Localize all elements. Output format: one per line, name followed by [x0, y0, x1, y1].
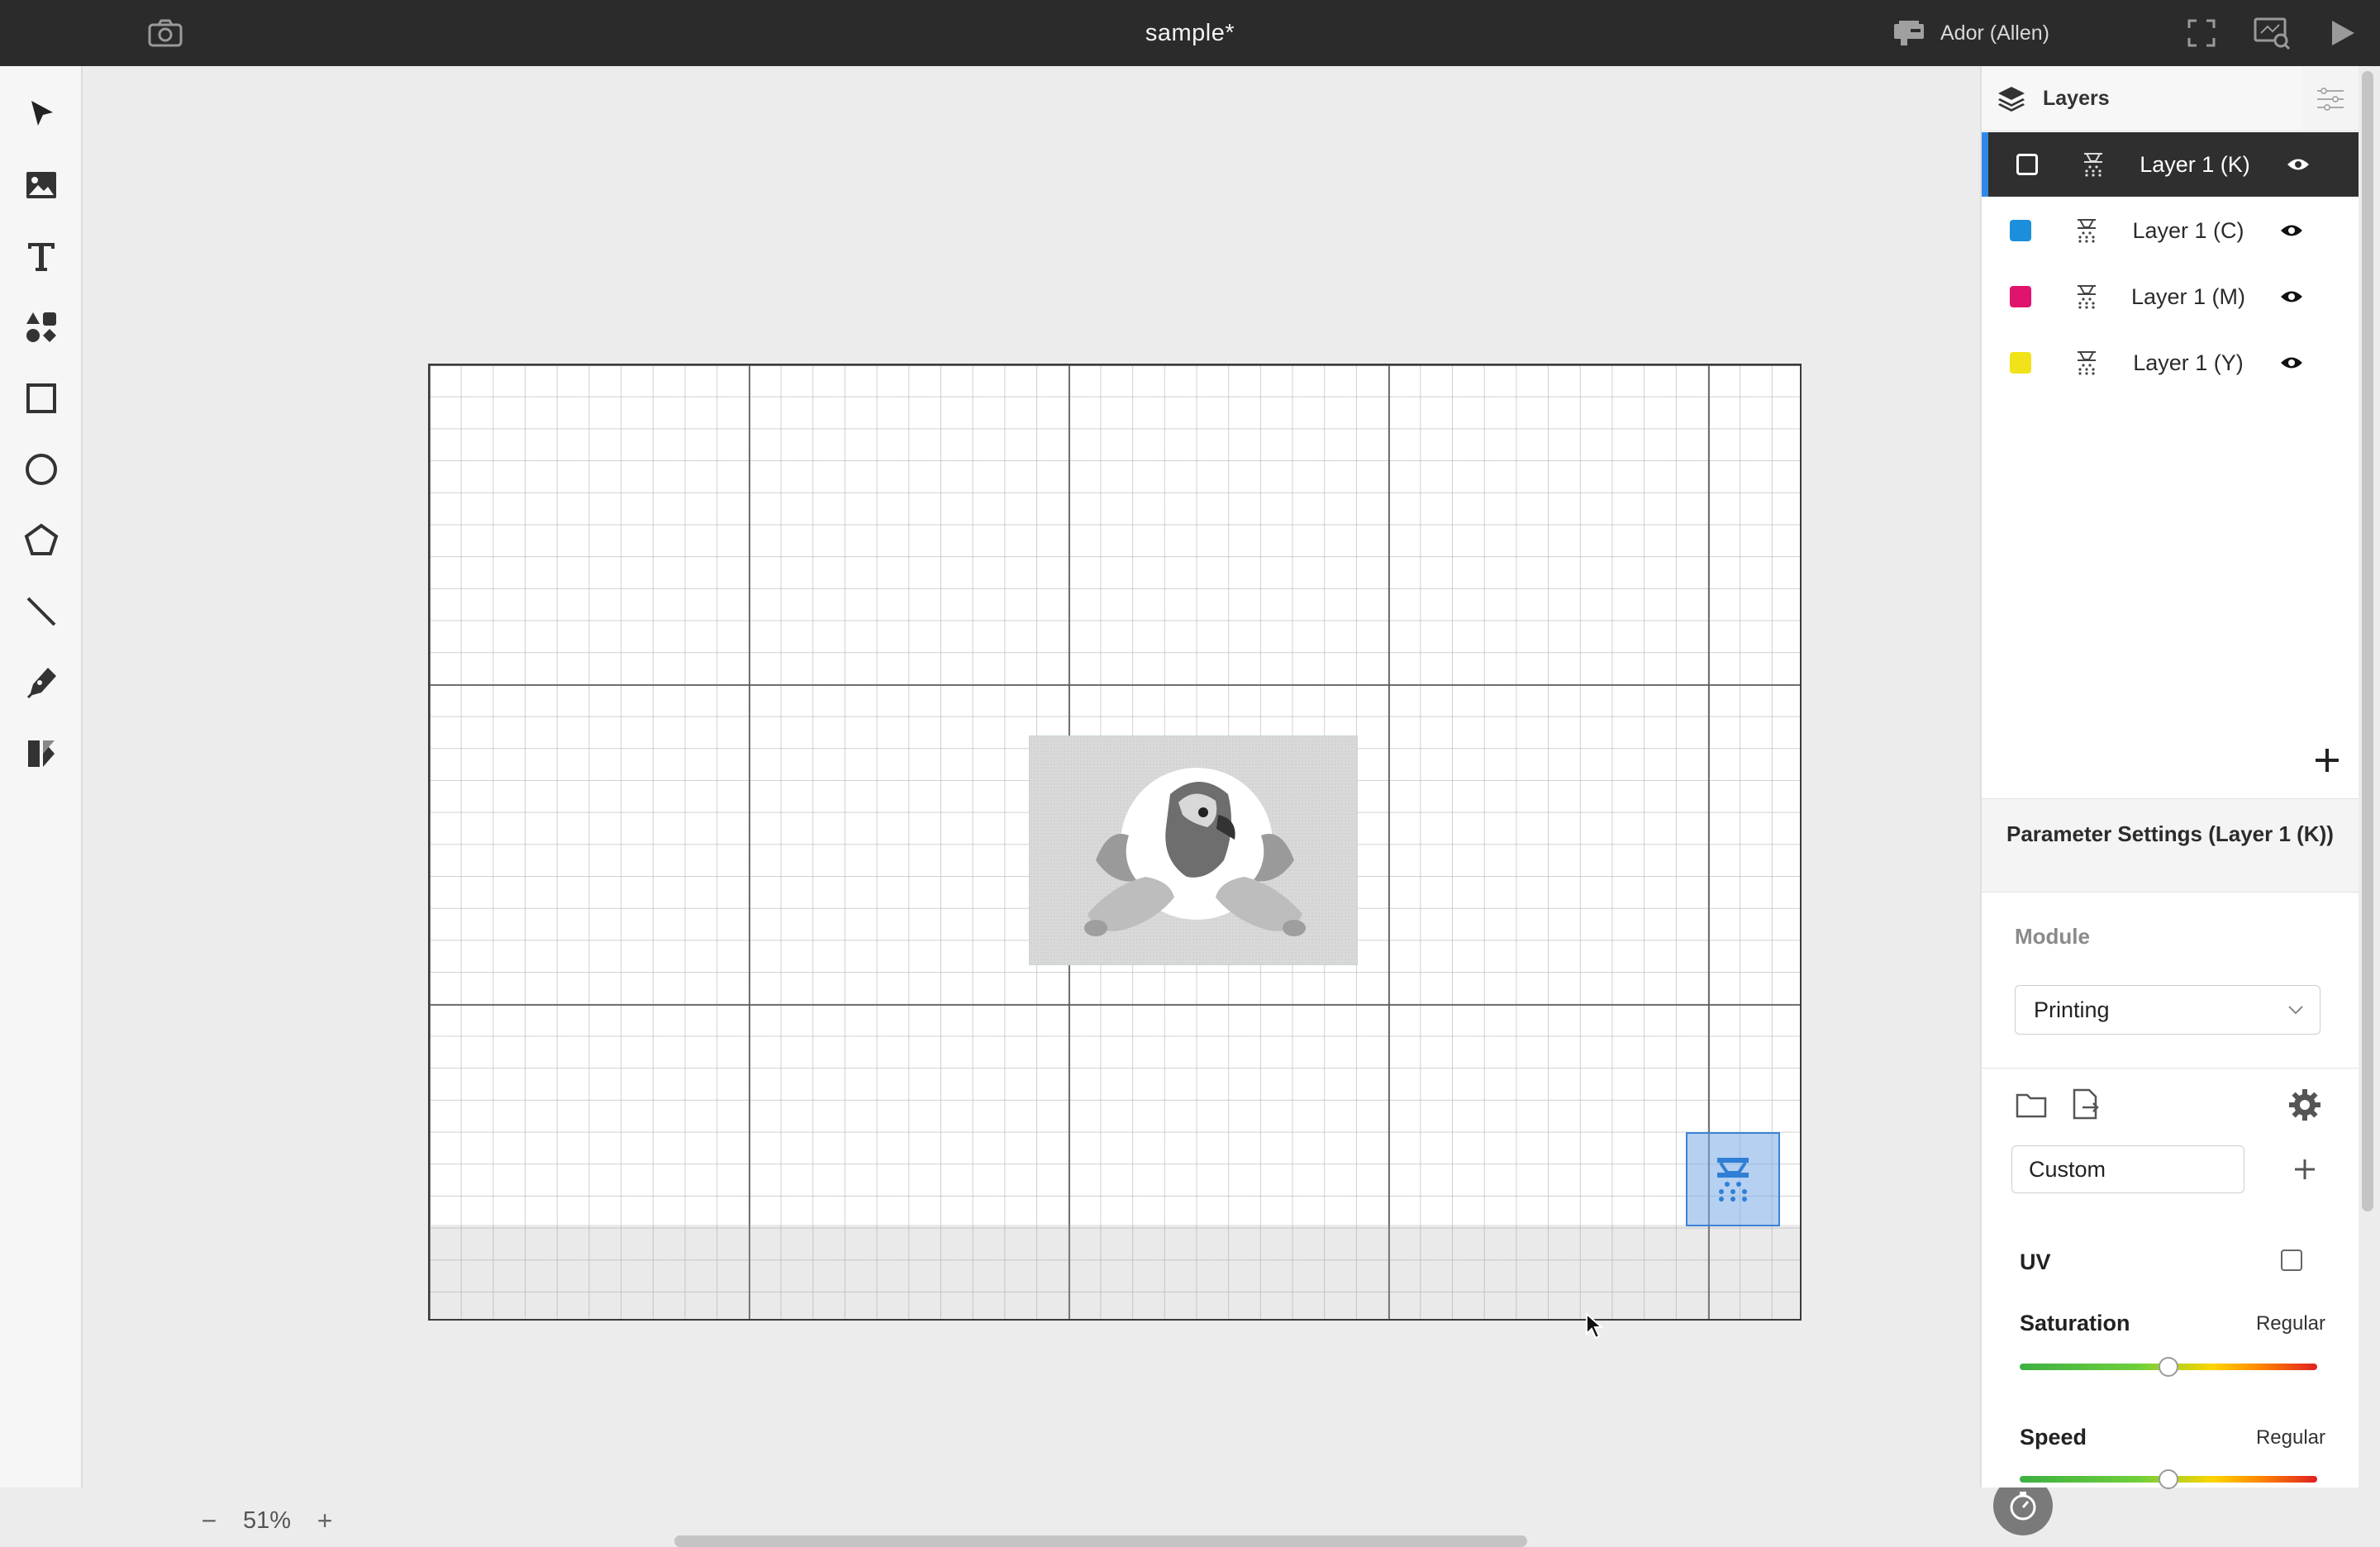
print-layer-icon [2078, 285, 2096, 309]
layer-name[interactable]: Layer 1 (C) [2106, 218, 2271, 244]
machine-selector[interactable]: Ador (Allen) [1892, 17, 2049, 50]
parameter-settings-title: Parameter Settings (Layer 1 (K)) [2006, 821, 2334, 846]
fullscreen-icon[interactable] [2187, 18, 2216, 48]
layer-color-swatch[interactable] [2010, 220, 2031, 241]
add-layer-icon[interactable] [2311, 744, 2344, 777]
mouse-cursor [1586, 1312, 1604, 1340]
module-label: Module [2015, 924, 2090, 949]
speed-slider-thumb[interactable] [2159, 1469, 2178, 1489]
layer-row[interactable]: Layer 1 (M) [1982, 264, 2359, 329]
print-layer-icon [2078, 219, 2096, 243]
eye-icon[interactable] [2279, 288, 2304, 306]
tab-layers[interactable]: Layers [1982, 66, 2302, 131]
layer-color-swatch[interactable] [2016, 154, 2038, 175]
timer-icon [2010, 1492, 2036, 1521]
chevron-down-icon [2288, 1006, 2303, 1015]
parrot-image[interactable] [1029, 735, 1358, 965]
machine-label: Ador (Allen) [1940, 21, 2049, 45]
gear-icon[interactable] [2287, 1088, 2322, 1122]
left-toolbar [0, 66, 83, 1488]
uv-checkbox[interactable] [2281, 1250, 2302, 1271]
layers-tab-label: Layers [2043, 86, 2110, 110]
rectangle-icon [26, 383, 56, 413]
rectangle-tool[interactable] [18, 375, 64, 421]
image-icon [26, 172, 56, 198]
zoom-control: − 51% + [198, 1504, 336, 1537]
module-select[interactable]: Printing [2015, 985, 2320, 1035]
text-tool[interactable] [18, 233, 64, 279]
work-area-grid[interactable] [428, 364, 1802, 1321]
ellipse-tool[interactable] [18, 446, 64, 493]
line-tool[interactable] [18, 588, 64, 635]
zoom-out-button[interactable]: − [198, 1506, 220, 1536]
zoom-level: 51% [243, 1507, 292, 1534]
dmkt-tool[interactable] [18, 731, 64, 777]
text-icon [28, 243, 55, 271]
cursor-icon [31, 101, 53, 126]
layer-color-swatch[interactable] [2010, 286, 2031, 307]
layer-name[interactable]: Layer 1 (M) [2106, 284, 2271, 310]
pen-tool[interactable] [18, 659, 64, 706]
preset-select[interactable]: Custom [2011, 1145, 2244, 1193]
print-head-icon [1717, 1158, 1749, 1202]
play-icon[interactable] [2329, 18, 2357, 48]
speed-value: Regular [2255, 1426, 2325, 1449]
pen-icon [26, 668, 56, 699]
layer-row[interactable]: Layer 1 (C) [1982, 198, 2359, 263]
add-preset-icon[interactable] [2291, 1155, 2319, 1183]
eye-icon[interactable] [2279, 354, 2304, 372]
layer-row[interactable]: Layer 1 (K) [1982, 132, 2359, 197]
layer-row[interactable]: Layer 1 (Y) [1982, 331, 2359, 395]
uv-label: UV [2020, 1250, 2051, 1274]
folder-icon[interactable] [2015, 1091, 2048, 1119]
export-icon[interactable] [2071, 1088, 2101, 1121]
parameter-settings-header: Parameter Settings (Layer 1 (K)) [1982, 798, 2359, 892]
parrot-artwork [1030, 736, 1357, 964]
print-head-position [1686, 1132, 1780, 1226]
elements-tool[interactable] [18, 304, 64, 350]
shapes-icon [26, 312, 56, 342]
print-layer-icon [2084, 153, 2102, 177]
eye-icon[interactable] [2286, 155, 2311, 174]
module-value: Printing [2034, 997, 2110, 1022]
horizontal-scrollbar[interactable] [674, 1535, 1527, 1547]
zoom-in-button[interactable]: + [314, 1506, 336, 1536]
print-layer-icon [2078, 351, 2096, 375]
eye-icon[interactable] [2279, 221, 2304, 240]
saturation-value: Regular [2255, 1312, 2325, 1335]
dmkt-icon [28, 740, 55, 767]
saturation-label: Saturation [2020, 1311, 2130, 1335]
line-icon [26, 597, 56, 626]
divider [1982, 1068, 2359, 1069]
layer-color-swatch[interactable] [2010, 352, 2031, 374]
speed-label: Speed [2020, 1425, 2087, 1449]
layer-name[interactable]: Layer 1 (Y) [2106, 350, 2271, 376]
ellipse-icon [26, 454, 57, 485]
right-panel: Layers Layer 1 (K) Layer 1 (C) Layer 1 (… [1980, 66, 2359, 1489]
panel-settings-icon[interactable] [2314, 83, 2347, 116]
panel-scrollbar[interactable] [2362, 71, 2373, 1211]
preview-icon[interactable] [2253, 17, 2291, 50]
layers-header: Layers [1982, 66, 2359, 131]
select-tool[interactable] [18, 91, 64, 137]
layer-name[interactable]: Layer 1 (K) [2112, 152, 2278, 178]
image-tool[interactable] [18, 162, 64, 208]
machine-icon [1894, 21, 1924, 45]
canvas-workspace[interactable]: − 51% + [83, 66, 2056, 1547]
saturation-slider-thumb[interactable] [2159, 1357, 2178, 1377]
non-printable-zone [430, 1225, 1800, 1319]
layers-icon [1998, 87, 2025, 112]
title-bar: sample* Ador (Allen) [0, 0, 2380, 66]
polygon-tool[interactable] [18, 517, 64, 564]
polygon-icon [24, 523, 59, 555]
